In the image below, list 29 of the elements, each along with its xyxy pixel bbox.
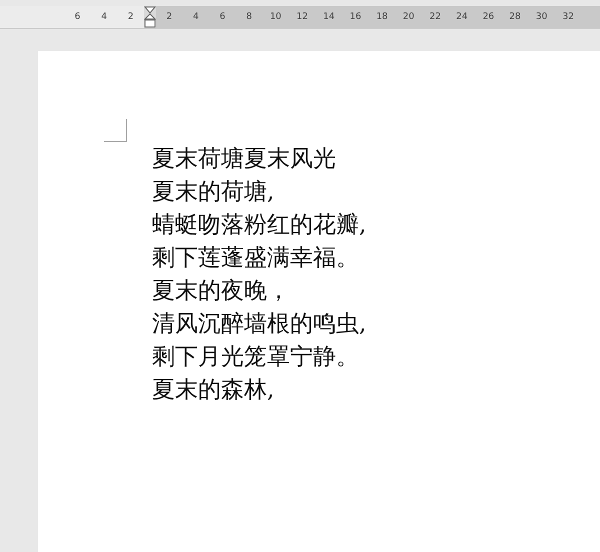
ruler-number: 26	[482, 12, 496, 22]
indent-marker-icon[interactable]	[144, 6, 156, 28]
ruler-number: 18	[375, 12, 389, 22]
ruler-number: 14	[322, 12, 336, 22]
ruler-number: 30	[534, 12, 548, 22]
text-line: 清风沉醉墙根的鸣虫,	[152, 310, 368, 339]
text-line: 剩下月光笼罩宁静。	[152, 343, 360, 372]
text-line: 夏末荷塘夏末风光	[152, 145, 337, 174]
ruler-number: 22	[428, 12, 442, 22]
text-line: 夏末的荷塘,	[152, 178, 276, 207]
ruler-number: 8	[245, 12, 253, 22]
text-line: 夏末的森林,	[152, 376, 276, 405]
ruler-number: 10	[268, 12, 282, 22]
ruler-number: 2	[126, 12, 135, 22]
ruler-number: 28	[508, 12, 522, 22]
ruler-number: 6	[74, 12, 82, 22]
ruler-number: 20	[402, 12, 416, 22]
text-line: 剩下莲蓬盛满幸福。	[152, 244, 360, 273]
ruler-number: 2	[165, 12, 174, 22]
text-line: 夏末的夜晚，	[152, 277, 291, 306]
text-line: 蜻蜓吻落粉红的花瓣,	[152, 211, 368, 240]
ruler-number: 6	[218, 12, 226, 22]
ruler-number: 32	[561, 12, 575, 22]
ruler-number: 4	[192, 12, 200, 22]
margin-corner-mark	[104, 119, 127, 142]
ruler-number: 12	[296, 12, 309, 22]
ruler-number: 16	[348, 12, 362, 22]
ruler-number: 4	[100, 12, 108, 22]
ruler-number: 24	[455, 12, 469, 22]
